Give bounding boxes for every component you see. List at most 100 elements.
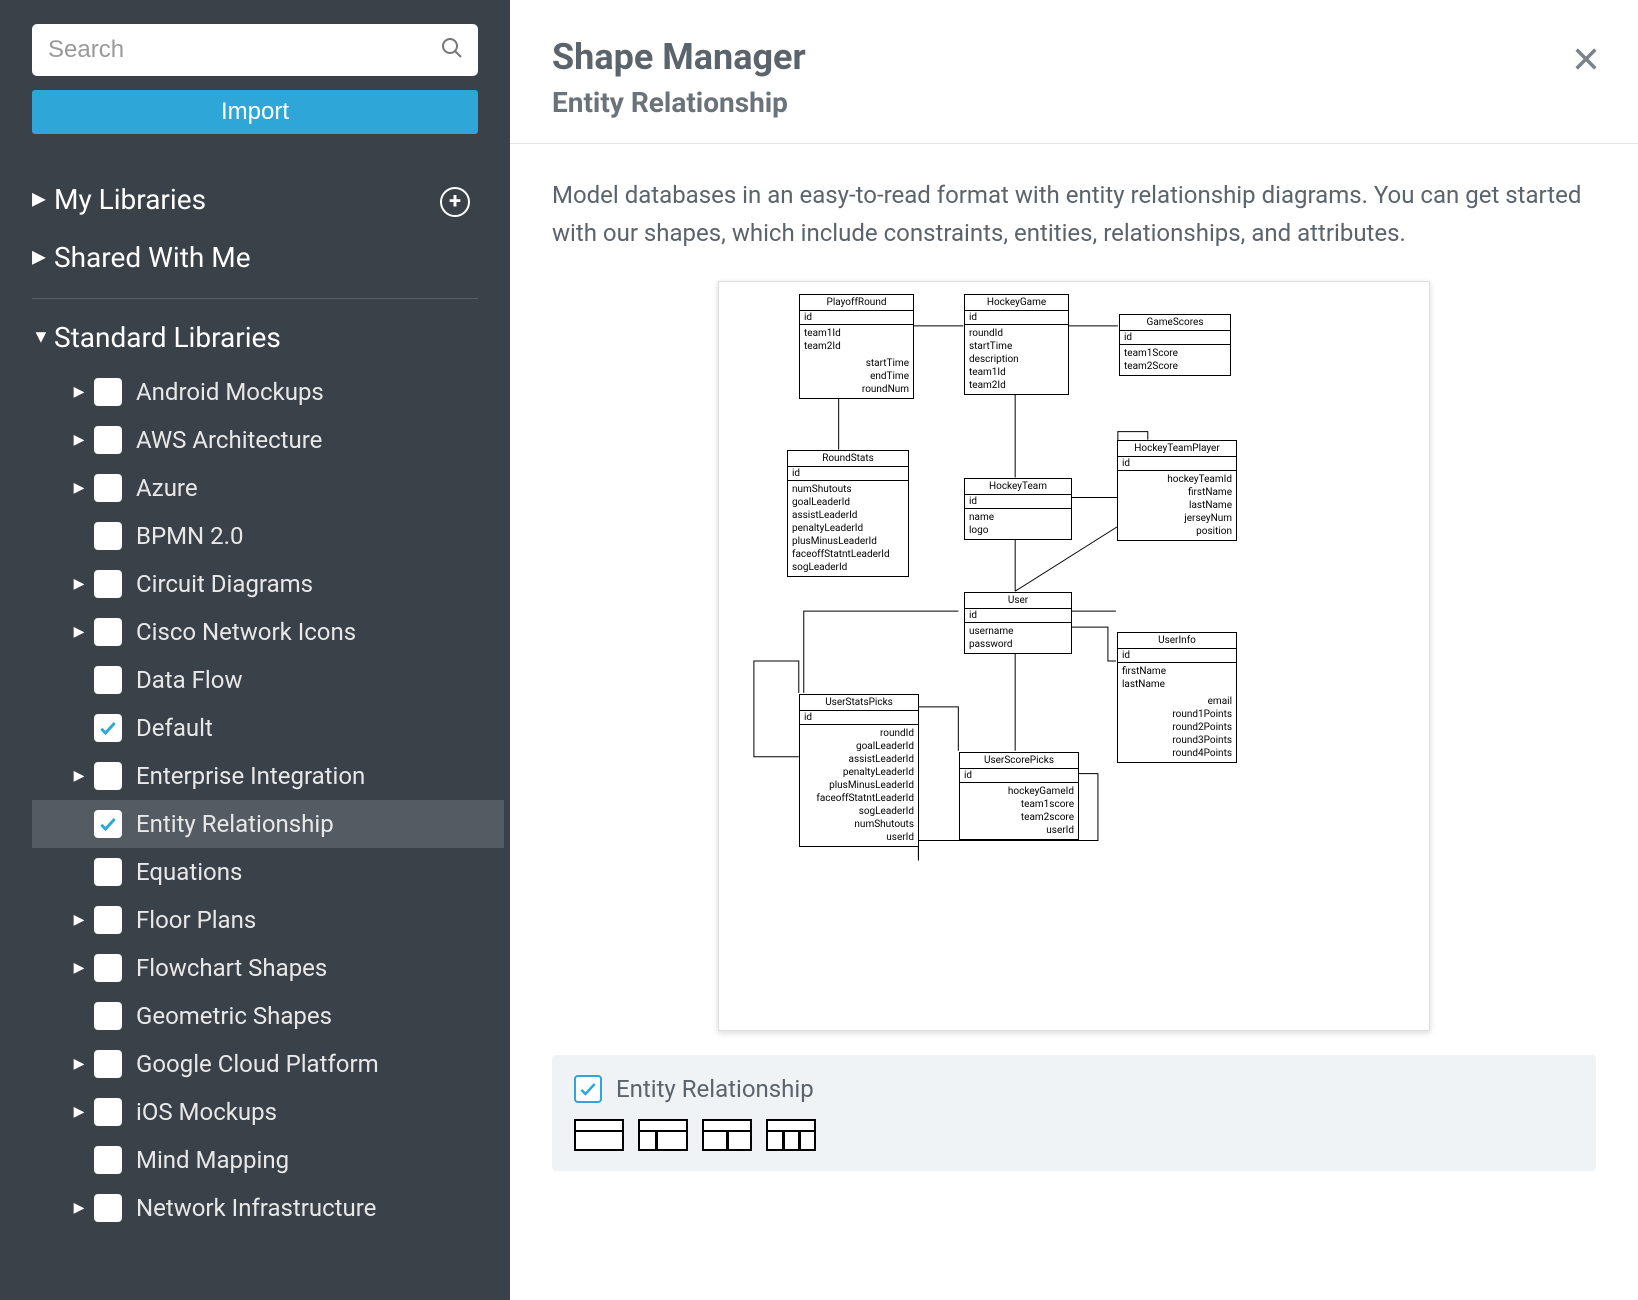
library-footer-card: Entity Relationship [552,1055,1596,1171]
entity-relationship-checkbox[interactable] [574,1075,602,1103]
library-checkbox[interactable] [94,570,122,598]
library-checkbox[interactable] [94,618,122,646]
library-item-cisco-network-icons[interactable]: ▶ Cisco Network Icons [32,608,504,656]
caret-right-icon[interactable]: ▶ [68,912,90,928]
entity-userstatspicks: UserStatsPicks id roundIdgoalLeaderIdass… [799,694,919,847]
library-checkbox[interactable] [94,762,122,790]
library-checkbox[interactable] [94,474,122,502]
caret-right-icon[interactable]: ▶ [68,480,90,496]
import-button[interactable]: Import [32,90,478,134]
entity-user: User id usernamepassword [964,592,1072,654]
library-label: Data Flow [136,666,243,694]
caret-right-icon[interactable]: ▶ [68,1104,90,1120]
entity-userscorepicks: UserScorePicks id hockeyGameIdteam1score… [959,752,1079,840]
page-subtitle: Entity Relationship [552,86,806,119]
caret-right-icon[interactable]: ▶ [68,1056,90,1072]
library-checkbox[interactable] [94,954,122,982]
caret-right-icon[interactable]: ▶ [68,768,90,784]
library-checkbox[interactable] [94,1098,122,1126]
entity-shape-3-icon[interactable] [702,1119,752,1151]
library-checkbox[interactable] [94,1050,122,1078]
library-item-android-mockups[interactable]: ▶ Android Mockups [32,368,504,416]
library-item-geometric-shapes[interactable]: Geometric Shapes [32,992,504,1040]
section-head-standard[interactable]: ▼ Standard Libraries [32,313,504,362]
sidebar: Import ▶ My Libraries + ▶ Shared With Me… [0,0,510,1300]
page-title: Shape Manager [552,36,806,78]
caret-right-icon[interactable]: ▶ [68,384,90,400]
caret-right-icon[interactable]: ▶ [68,624,90,640]
library-item-enterprise-integration[interactable]: ▶ Enterprise Integration [32,752,504,800]
section-my-libraries: ▶ My Libraries + ▶ Shared With Me ▼ Stan… [32,174,510,1238]
library-checkbox[interactable] [94,1002,122,1030]
library-item-azure[interactable]: ▶Azure [32,464,504,512]
library-item-entity-relationship[interactable]: Entity Relationship [32,800,504,848]
library-checkbox[interactable] [94,810,122,838]
library-label: iOS Mockups [136,1098,277,1126]
entity-roundstats: RoundStats id numShutoutsgoalLeaderIdass… [787,450,909,577]
library-item-floor-plans[interactable]: ▶Floor Plans [32,896,504,944]
library-checkbox[interactable] [94,1194,122,1222]
library-checkbox[interactable] [94,378,122,406]
entity-gamescores: GameScores id team1Scoreteam2Score [1119,314,1231,376]
entity-userinfo: UserInfo id firstNamelastName emailround… [1117,632,1237,763]
close-button[interactable] [1572,36,1608,82]
library-label: Flowchart Shapes [136,954,327,982]
entity-playoffround: PlayoffRound id team1Idteam2Id startTime… [799,294,914,399]
search-input[interactable] [32,24,478,76]
search-icon [440,36,464,64]
library-label: Enterprise Integration [136,762,365,790]
library-label: Network Infrastructure [136,1194,376,1222]
library-label: Cisco Network Icons [136,618,356,646]
plus-circle-icon: + [440,187,470,217]
entity-shape-2-icon[interactable] [638,1119,688,1151]
library-label: Circuit Diagrams [136,570,313,598]
search-wrap [32,24,478,76]
entity-hockeyteamplayer: HockeyTeamPlayer id hockeyTeamIdfirstNam… [1117,440,1237,541]
section-head-my-libraries[interactable]: ▶ My Libraries + [32,174,504,225]
caret-right-icon[interactable]: ▶ [68,432,90,448]
footer-label: Entity Relationship [616,1075,814,1103]
library-item-google-cloud-platform[interactable]: ▶ Google Cloud Platform [32,1040,504,1088]
library-item-ios-mockups[interactable]: ▶ iOS Mockups [32,1088,504,1136]
library-checkbox[interactable] [94,666,122,694]
caret-right-icon: ▶ [32,189,46,210]
library-item-network-infrastructure[interactable]: ▶ Network Infrastructure [32,1184,504,1232]
description-text: Model databases in an easy-to-read forma… [552,176,1596,253]
er-diagram-preview: PlayoffRound id team1Idteam2Id startTime… [718,281,1430,1031]
library-item-default[interactable]: Default [32,704,504,752]
caret-right-icon[interactable]: ▶ [68,1200,90,1216]
library-item-data-flow[interactable]: Data Flow [32,656,504,704]
library-label: Default [136,714,213,742]
library-checkbox[interactable] [94,714,122,742]
entity-shape-1-icon[interactable] [574,1119,624,1151]
library-item-flowchart-shapes[interactable]: ▶ Flowchart Shapes [32,944,504,992]
caret-right-icon[interactable]: ▶ [68,576,90,592]
library-item-aws-architecture[interactable]: ▶ AWS Architecture [32,416,504,464]
add-library-button[interactable]: + [440,182,470,217]
library-item-mind-mapping[interactable]: Mind Mapping [32,1136,504,1184]
main-body: Model databases in an easy-to-read forma… [510,144,1638,1191]
divider [32,298,478,299]
section-label: Standard Libraries [54,321,281,354]
library-item-equations[interactable]: Equations [32,848,504,896]
library-label: Geometric Shapes [136,1002,332,1030]
library-checkbox[interactable] [94,858,122,886]
library-label: Google Cloud Platform [136,1050,379,1078]
library-checkbox[interactable] [94,1146,122,1174]
library-checkbox[interactable] [94,426,122,454]
library-tree[interactable]: ▶ Android Mockups ▶ AWS Architecture ▶AzureB… [32,368,504,1238]
caret-right-icon[interactable]: ▶ [68,960,90,976]
close-icon [1572,45,1600,73]
library-label: AWS Architecture [136,426,322,454]
library-checkbox[interactable] [94,906,122,934]
section-label: My Libraries [54,183,206,216]
library-label: Equations [136,858,242,886]
library-checkbox[interactable] [94,522,122,550]
library-label: Android Mockups [136,378,324,406]
entity-hockeyteam: HockeyTeam id namelogo [964,478,1072,540]
section-head-shared[interactable]: ▶ Shared With Me [32,233,504,282]
entity-shape-4-icon[interactable] [766,1119,816,1151]
library-item-bpmn-2-0[interactable]: BPMN 2.0 [32,512,504,560]
library-item-circuit-diagrams[interactable]: ▶ Circuit Diagrams [32,560,504,608]
caret-down-icon: ▼ [32,327,50,348]
